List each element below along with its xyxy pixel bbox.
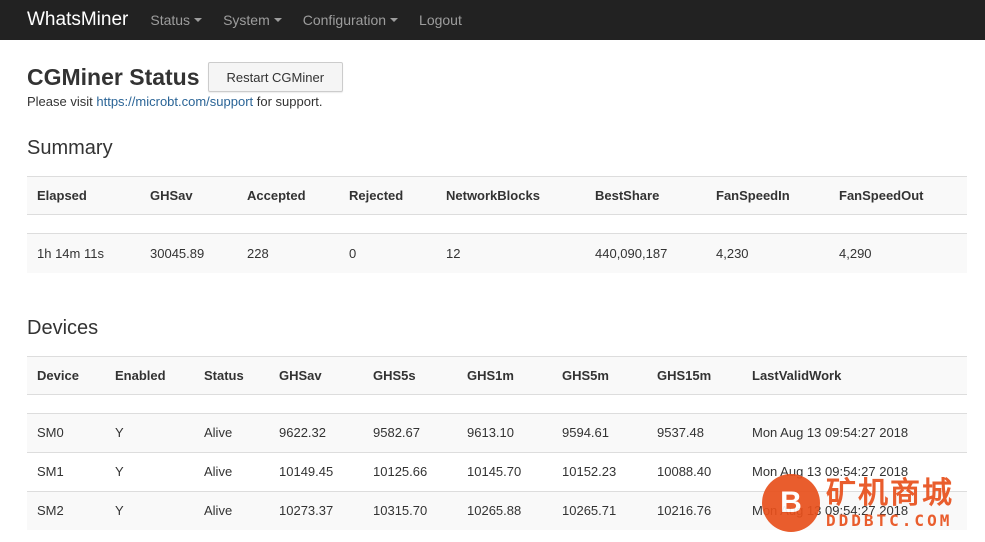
cell-ghs5s: 10315.70 [363,490,457,530]
devices-heading: Devices [27,316,99,339]
col-fanspeedout: FanSpeedOut [829,176,967,215]
col-elapsed: Elapsed [27,176,140,215]
watermark-text-cn: 矿机商城 [826,476,954,510]
col-status: Status [194,355,269,395]
cell-ghs5m: 10152.23 [552,451,647,491]
support-link[interactable]: https://microbt.com/support [96,94,253,109]
cell-status: Alive [194,412,269,452]
main-content: CGMiner Status Restart CGMiner Please vi… [0,62,985,530]
col-bestshare: BestShare [585,176,706,215]
col-ghs1m: GHS1m [457,355,552,395]
cell-ghs15m: 10088.40 [647,451,742,491]
title-row: CGMiner Status Restart CGMiner [27,62,967,92]
col-enabled: Enabled [105,355,194,395]
cell-device: SM1 [27,451,105,491]
support-prefix: Please visit [27,94,97,109]
nav-logout-label: Logout [419,12,462,28]
cell-device: SM0 [27,412,105,452]
col-networkblocks: NetworkBlocks [436,176,585,215]
nav-configuration-label: Configuration [302,12,387,28]
cell-ghsav: 9622.32 [269,412,363,452]
cell-enabled: Y [105,490,194,530]
cell-networkblocks: 12 [436,233,585,273]
support-suffix: for support. [253,94,323,109]
col-accepted: Accepted [237,176,339,215]
cell-ghsav: 10273.37 [269,490,363,530]
cell-status: Alive [194,451,269,491]
table-spacer-row [27,214,967,234]
cell-ghs5s: 10125.66 [363,451,457,491]
support-notice: Please visit https://microbt.com/support… [27,94,967,109]
cell-ghs5m: 10265.71 [552,490,647,530]
caret-down-icon [390,18,399,22]
cell-status: Alive [194,490,269,530]
cell-enabled: Y [105,412,194,452]
col-ghs15m: GHS15m [647,355,742,395]
devices-header-row: Device Enabled Status GHSav GHS5s GHS1m … [27,355,967,395]
bitcoin-logo-icon: B [762,474,820,532]
summary-table: Elapsed GHSav Accepted Rejected NetworkB… [27,176,967,273]
nav-status[interactable]: Status [150,12,203,28]
cell-accepted: 228 [237,233,339,273]
nav-configuration[interactable]: Configuration [302,12,399,28]
restart-cgminer-button[interactable]: Restart CGMiner [207,62,344,92]
cell-elapsed: 1h 14m 11s [27,233,140,273]
cell-ghs15m: 9537.48 [647,412,742,452]
cell-ghs5s: 9582.67 [363,412,457,452]
table-spacer-row [27,393,967,413]
cell-fanspeedout: 4,290 [829,233,967,273]
caret-down-icon [273,18,282,22]
col-ghsav: GHSav [140,176,237,215]
cell-lastvalidwork: Mon Aug 13 09:54:27 2018 [742,412,967,452]
cell-ghs1m: 10265.88 [457,490,552,530]
summary-heading: Summary [27,137,113,159]
watermark-text: 矿机商城 DDDBTC.COM [826,477,954,530]
watermark-text-en: DDDBTC.COM [826,510,953,530]
cell-fanspeedin: 4,230 [706,233,829,273]
cell-ghsav: 10149.45 [269,451,363,491]
cell-enabled: Y [105,451,194,491]
col-ghs5m: GHS5m [552,355,647,395]
caret-down-icon [194,18,203,22]
nav-system-label: System [223,12,270,28]
table-row: SM0 Y Alive 9622.32 9582.67 9613.10 9594… [27,412,967,452]
nav-logout[interactable]: Logout [419,12,462,28]
top-navbar: WhatsMiner Status System Configuration L… [0,0,985,40]
col-ghsav: GHSav [269,355,363,395]
cell-ghs1m: 10145.70 [457,451,552,491]
nav-system[interactable]: System [223,12,282,28]
cell-ghs15m: 10216.76 [647,490,742,530]
brand-logo[interactable]: WhatsMiner [27,9,128,31]
summary-header-row: Elapsed GHSav Accepted Rejected NetworkB… [27,176,967,215]
col-rejected: Rejected [339,176,436,215]
page-title: CGMiner Status [27,63,200,90]
nav-status-label: Status [150,12,191,28]
col-lastvalidwork: LastValidWork [742,355,967,395]
col-device: Device [27,355,105,395]
cell-ghs1m: 9613.10 [457,412,552,452]
cell-ghs5m: 9594.61 [552,412,647,452]
cell-ghsav: 30045.89 [140,233,237,273]
table-row: 1h 14m 11s 30045.89 228 0 12 440,090,187… [27,233,967,273]
cell-bestshare: 440,090,187 [585,233,706,273]
cell-device: SM2 [27,490,105,530]
col-ghs5s: GHS5s [363,355,457,395]
watermark-overlay: B 矿机商城 DDDBTC.COM [762,466,984,540]
col-fanspeedin: FanSpeedIn [706,176,829,215]
cell-rejected: 0 [339,233,436,273]
